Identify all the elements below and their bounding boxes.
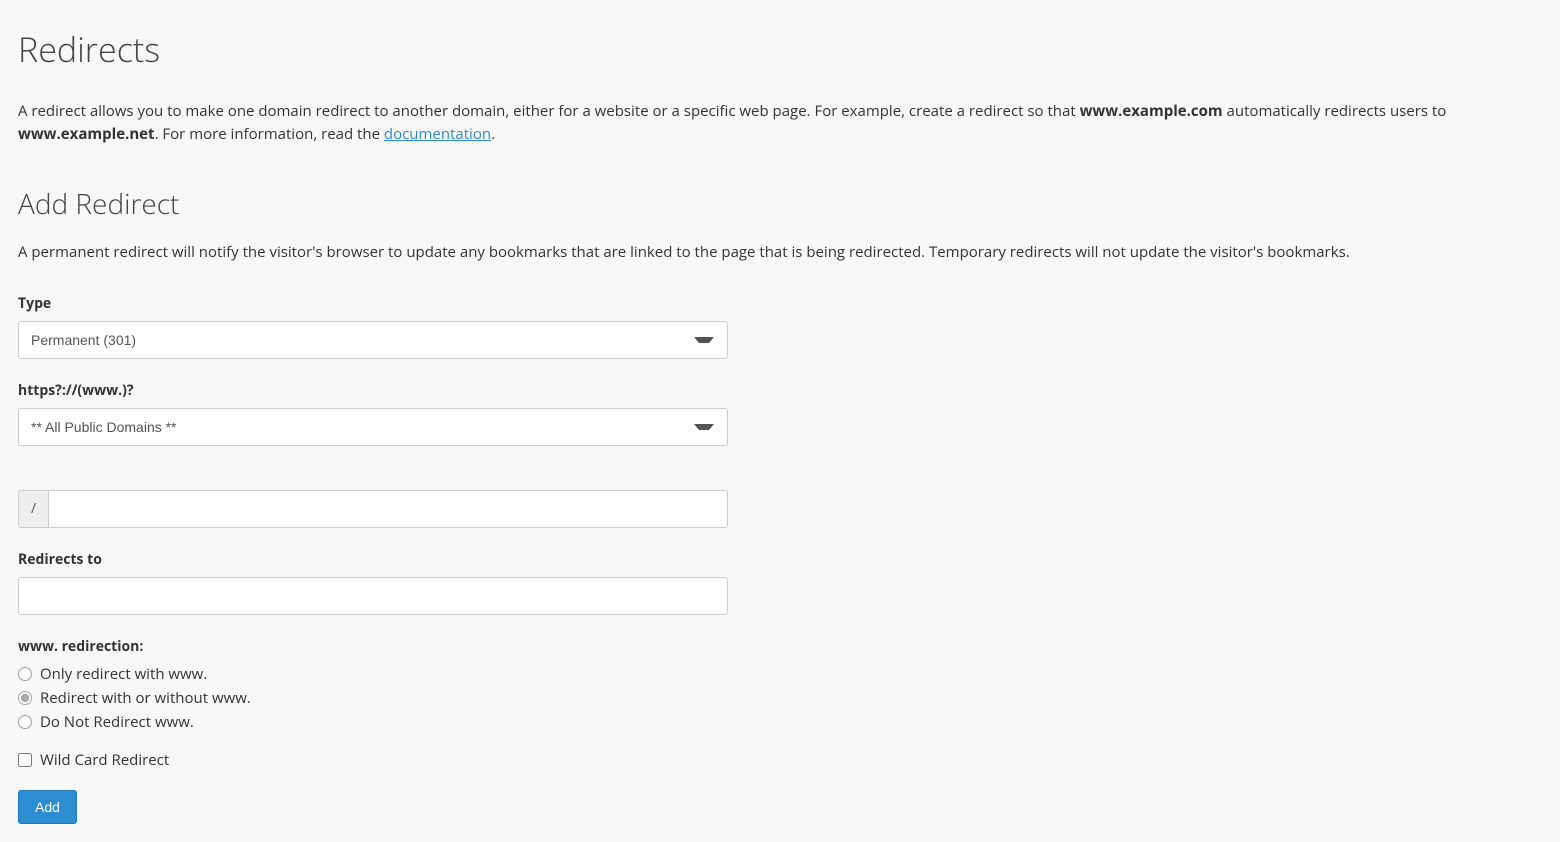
path-input[interactable] [48, 490, 728, 528]
wildcard-label: Wild Card Redirect [40, 750, 169, 770]
add-redirect-description: A permanent redirect will notify the vis… [18, 241, 1542, 264]
www-redirection-label: www. redirection: [18, 637, 1542, 656]
type-select[interactable]: Permanent (301) [18, 321, 728, 359]
radio-no-www[interactable] [18, 715, 32, 729]
path-prefix: / [18, 490, 48, 528]
intro-part3: . For more information, read the [155, 124, 384, 144]
documentation-link[interactable]: documentation [384, 124, 491, 144]
type-select-wrap: Permanent (301) [18, 321, 728, 359]
domain-label: https?://(www.)? [18, 381, 728, 400]
domain-select-wrap: ** All Public Domains ** [18, 408, 728, 446]
page-title: Redirects [18, 26, 1542, 72]
radio-only-www-label: Only redirect with www. [40, 664, 207, 684]
intro-bold1: www.example.com [1080, 101, 1223, 121]
intro-part2: automatically redirects users to [1223, 101, 1447, 121]
radio-both-www[interactable] [18, 691, 32, 705]
add-button[interactable]: Add [18, 790, 77, 824]
radio-both-www-label: Redirect with or without www. [40, 688, 251, 708]
intro-part1: A redirect allows you to make one domain… [18, 101, 1080, 121]
type-label: Type [18, 294, 728, 313]
path-input-group: / [18, 490, 728, 528]
intro-bold2: www.example.net [18, 124, 155, 144]
wildcard-checkbox[interactable] [18, 753, 32, 767]
radio-no-www-label: Do Not Redirect www. [40, 712, 194, 732]
add-redirect-heading: Add Redirect [18, 185, 1542, 223]
intro-part4: . [491, 124, 495, 144]
domain-select[interactable]: ** All Public Domains ** [18, 408, 728, 446]
radio-only-www[interactable] [18, 667, 32, 681]
redirects-to-label: Redirects to [18, 550, 728, 569]
intro-text: A redirect allows you to make one domain… [18, 100, 1542, 145]
redirects-to-input[interactable] [18, 577, 728, 615]
